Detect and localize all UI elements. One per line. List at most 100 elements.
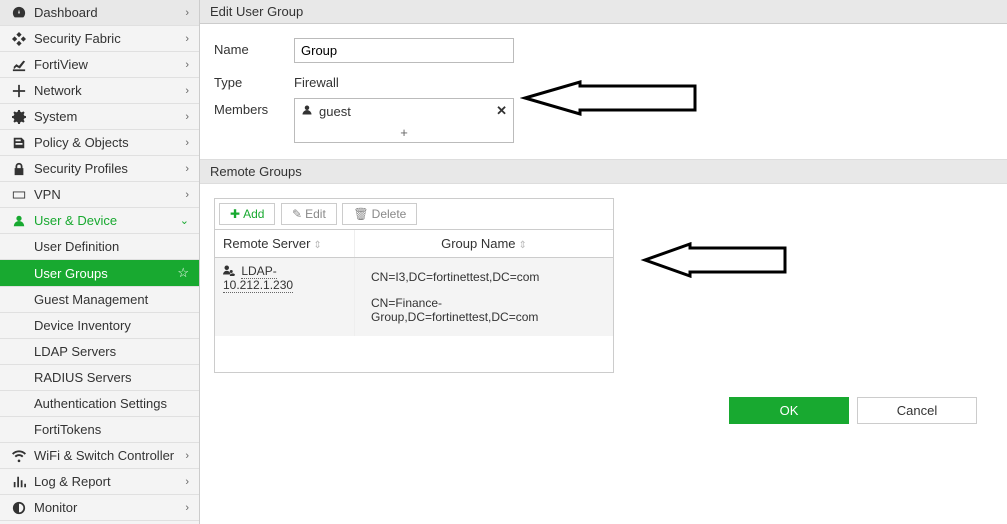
nav-device-inventory[interactable]: Device Inventory — [0, 313, 199, 339]
add-label: Add — [243, 207, 264, 221]
fabric-icon — [10, 32, 28, 46]
nav-label: LDAP Servers — [34, 344, 116, 359]
nav-label: Device Inventory — [34, 318, 131, 333]
form-area: Name Type Firewall Members guest ✕ + — [200, 24, 1007, 159]
nav-security-fabric[interactable]: Security Fabric › — [0, 26, 199, 52]
add-member-button[interactable]: + — [295, 123, 513, 142]
user-icon — [301, 104, 313, 119]
nav-fortiview[interactable]: FortiView › — [0, 52, 199, 78]
name-input[interactable] — [294, 38, 514, 63]
member-chip-label: guest — [319, 104, 351, 119]
monitor-icon — [10, 501, 28, 515]
nav-label: Policy & Objects — [34, 135, 129, 150]
nav-label: Security Profiles — [34, 161, 128, 176]
col-remote-server[interactable]: Remote Server⇕ — [215, 230, 355, 257]
lock-icon — [10, 162, 28, 176]
group-dn-1: CN=I3,DC=fortinettest,DC=com — [363, 264, 605, 290]
chevron-right-icon: › — [185, 7, 189, 19]
pencil-icon: ✎ — [292, 207, 302, 221]
edit-button[interactable]: ✎Edit — [281, 203, 337, 225]
dashboard-icon — [10, 6, 28, 20]
nav-label: Security Fabric — [34, 31, 121, 46]
nav-monitor[interactable]: Monitor › — [0, 495, 199, 521]
nav-network[interactable]: Network › — [0, 78, 199, 104]
nav-user-definition[interactable]: User Definition — [0, 234, 199, 260]
chevron-right-icon: › — [185, 476, 189, 488]
chevron-right-icon: › — [185, 502, 189, 514]
sort-icon: ⇕ — [313, 240, 321, 251]
nav-guest-management[interactable]: Guest Management — [0, 287, 199, 313]
network-icon — [10, 84, 28, 98]
chevron-right-icon: › — [185, 450, 189, 462]
sort-icon: ⇕ — [519, 240, 527, 251]
sidebar: Dashboard › Security Fabric › FortiView … — [0, 0, 200, 524]
trash-icon: 🗑 — [353, 207, 368, 221]
chevron-right-icon: › — [185, 137, 189, 149]
nav-label: User Groups — [34, 266, 108, 281]
type-label: Type — [214, 71, 294, 90]
nav-label: WiFi & Switch Controller — [34, 448, 174, 463]
nav-ldap-servers[interactable]: LDAP Servers — [0, 339, 199, 365]
nav-radius-servers[interactable]: RADIUS Servers — [0, 365, 199, 391]
remote-server-cell: LDAP-10.212.1.230 — [215, 258, 355, 336]
nav-label: Monitor — [34, 500, 77, 515]
nav-label: FortiTokens — [34, 422, 101, 437]
nav-fortitokens[interactable]: FortiTokens — [0, 417, 199, 443]
gear-icon — [10, 110, 28, 124]
group-dn-2: CN=Finance-Group,DC=fortinettest,DC=com — [363, 290, 605, 330]
nav-user-groups[interactable]: User Groups ☆ — [0, 260, 199, 287]
nav-policy-objects[interactable]: Policy & Objects › — [0, 130, 199, 156]
nav-user-device[interactable]: User & Device ⌄ — [0, 208, 199, 234]
chevron-down-icon: ⌄ — [180, 214, 189, 227]
chevron-right-icon: › — [185, 163, 189, 175]
chevron-right-icon: › — [185, 111, 189, 123]
nav-label: Guest Management — [34, 292, 148, 307]
nav-auth-settings[interactable]: Authentication Settings — [0, 391, 199, 417]
nav-label: Dashboard — [34, 5, 98, 20]
delete-button[interactable]: 🗑 Delete — [342, 203, 417, 225]
nav-label: User & Device — [34, 213, 117, 228]
ok-button[interactable]: OK — [729, 397, 849, 424]
nav-label: Log & Report — [34, 474, 111, 489]
add-button[interactable]: ✚Add — [219, 203, 275, 225]
remove-member-icon[interactable]: ✕ — [496, 103, 507, 119]
nav-label: Authentication Settings — [34, 396, 167, 411]
table-row[interactable]: LDAP-10.212.1.230 CN=I3,DC=fortinettest,… — [215, 258, 613, 336]
nav-dashboard[interactable]: Dashboard › — [0, 0, 199, 26]
members-box[interactable]: guest ✕ + — [294, 98, 514, 143]
page-title: Edit User Group — [200, 0, 1007, 24]
remote-toolbar: ✚Add ✎Edit 🗑 Delete — [215, 199, 613, 230]
report-icon — [10, 475, 28, 489]
members-label: Members — [214, 98, 294, 117]
remote-groups-box: ✚Add ✎Edit 🗑Delete Remote Server⇕ Group … — [214, 198, 614, 373]
nav-label: FortiView — [34, 57, 88, 72]
nav-vpn[interactable]: VPN › — [0, 182, 199, 208]
col-group-label: Group Name — [441, 236, 515, 251]
vpn-icon — [10, 188, 28, 202]
wifi-icon — [10, 449, 28, 463]
nav-wifi-switch[interactable]: WiFi & Switch Controller › — [0, 443, 199, 469]
plus-icon: ✚ — [230, 207, 240, 221]
nav-label: User Definition — [34, 239, 119, 254]
member-chip: guest ✕ — [295, 99, 513, 123]
nav-label: Network — [34, 83, 82, 98]
main-panel: Edit User Group Name Type Firewall Membe… — [200, 0, 1007, 524]
nav-label: RADIUS Servers — [34, 370, 132, 385]
delete-label: Delete — [372, 207, 407, 221]
edit-label: Edit — [305, 207, 326, 221]
nav-system[interactable]: System › — [0, 104, 199, 130]
cancel-button[interactable]: Cancel — [857, 397, 977, 424]
remote-table-header: Remote Server⇕ Group Name⇕ — [215, 230, 613, 258]
chart-icon — [10, 58, 28, 72]
user-icon — [10, 214, 28, 228]
button-bar: OK Cancel — [200, 387, 1007, 434]
nav-security-profiles[interactable]: Security Profiles › — [0, 156, 199, 182]
table-empty-space — [215, 336, 613, 372]
col-group-name[interactable]: Group Name ⇕ — [355, 230, 613, 257]
remote-groups-heading: Remote Groups — [200, 159, 1007, 184]
policy-icon — [10, 136, 28, 150]
col-server-label: Remote Server — [223, 236, 310, 251]
group-name-cell: CN=I3,DC=fortinettest,DC=com CN=Finance-… — [355, 258, 613, 336]
chevron-right-icon: › — [185, 85, 189, 97]
nav-log-report[interactable]: Log & Report › — [0, 469, 199, 495]
